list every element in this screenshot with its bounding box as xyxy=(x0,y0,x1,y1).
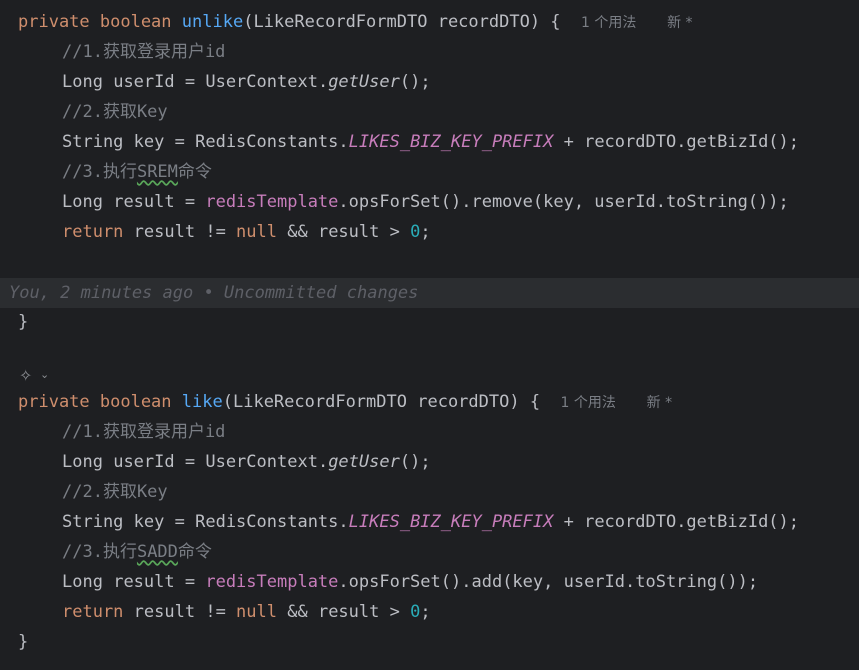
op-token: remove xyxy=(471,192,533,212)
code-line[interactable]: String key = RedisConstants.LIKES_BIZ_KE… xyxy=(0,507,859,537)
code-line[interactable]: //2.获取Key xyxy=(0,477,859,507)
number-token: 0 xyxy=(410,222,421,242)
code-line[interactable]: Long result = redisTemplate.opsForSet().… xyxy=(0,187,859,217)
code-line[interactable]: //3.执行SREM命令 xyxy=(0,157,859,187)
code-editor[interactable]: ✧ private boolean unlike(LikeRecordFormD… xyxy=(0,0,859,670)
constant-token: LIKES_BIZ_KEY_PREFIX xyxy=(348,512,554,532)
code-line[interactable]: Long result = redisTemplate.opsForSet().… xyxy=(0,567,859,597)
class-token: UserContext xyxy=(205,72,318,92)
method-name[interactable]: like xyxy=(182,392,223,412)
comment: //1.获取登录用户id xyxy=(62,42,226,62)
method-call-token: recordDTO.getBizId(); xyxy=(584,512,800,532)
keyword-token: null xyxy=(236,222,277,242)
type-token: Long xyxy=(62,452,103,472)
keyword-token: return xyxy=(62,602,124,622)
usages-hint[interactable]: 1 个用法 xyxy=(561,395,616,411)
comment: //2.获取Key xyxy=(62,482,168,502)
code-line[interactable]: //2.获取Key xyxy=(0,97,859,127)
ai-assistant-icon[interactable]: ✧ xyxy=(20,0,33,2)
constant-token: LIKES_BIZ_KEY_PREFIX xyxy=(348,132,554,152)
call-args-token: (key, userId.toString()); xyxy=(502,572,759,592)
usages-hint[interactable]: 1 个用法 xyxy=(581,15,636,31)
param-type: LikeRecordFormDTO xyxy=(232,392,407,412)
code-line[interactable]: String key = RedisConstants.LIKES_BIZ_KE… xyxy=(0,127,859,157)
field-token: redisTemplate xyxy=(205,572,339,592)
var-token: userId xyxy=(113,452,175,472)
keyword-token: null xyxy=(236,602,277,622)
var-token: key xyxy=(133,512,165,532)
param-name: recordDTO xyxy=(417,392,510,412)
var-token: key xyxy=(133,132,165,152)
code-line[interactable]: private boolean unlike(LikeRecordFormDTO… xyxy=(0,7,859,37)
code-line[interactable]: } xyxy=(0,627,859,657)
keyword-token: return xyxy=(62,222,124,242)
op-token: add xyxy=(471,572,503,592)
code-line[interactable]: Long userId = UserContext.getUser(); xyxy=(0,67,859,97)
code-line[interactable]: } xyxy=(0,307,859,337)
method-modifiers: private boolean xyxy=(18,392,172,412)
code-line[interactable]: private boolean like(LikeRecordFormDTO r… xyxy=(0,387,859,417)
method-call-token: getUser xyxy=(328,72,400,92)
call-chain-token: .opsForSet(). xyxy=(338,572,472,592)
class-token: UserContext xyxy=(205,452,318,472)
chevron-down-icon[interactable]: ⌄ xyxy=(40,368,49,381)
call-chain-token: .opsForSet(). xyxy=(338,192,472,212)
new-hint[interactable]: 新 * xyxy=(647,395,672,411)
var-token: result xyxy=(113,192,175,212)
type-token: String xyxy=(62,132,124,152)
comment: //3.执行SREM命令 xyxy=(62,162,212,182)
method-call-token: recordDTO.getBizId(); xyxy=(584,132,800,152)
comment: //1.获取登录用户id xyxy=(62,422,226,442)
var-token: userId xyxy=(113,72,175,92)
blame-text: You, 2 minutes ago • Uncommitted changes xyxy=(9,283,419,303)
code-line[interactable]: return result != null && result > 0; xyxy=(0,217,859,247)
param-type: LikeRecordFormDTO xyxy=(253,12,428,32)
var-token: result xyxy=(133,222,196,242)
comment: //3.执行SADD命令 xyxy=(62,542,212,562)
param-name: recordDTO xyxy=(437,12,530,32)
git-blame-annotation[interactable]: You, 2 minutes ago • Uncommitted changes xyxy=(0,278,859,308)
number-token: 0 xyxy=(410,602,421,622)
var-token: result xyxy=(317,602,380,622)
var-token: result xyxy=(317,222,380,242)
call-args-token: (key, userId.toString()); xyxy=(532,192,789,212)
method-call-token: getUser xyxy=(328,452,400,472)
type-token: String xyxy=(62,512,124,532)
code-line[interactable]: return result != null && result > 0; xyxy=(0,597,859,627)
type-token: Long xyxy=(62,72,103,92)
var-token: result xyxy=(113,572,175,592)
class-token: RedisConstants xyxy=(195,132,339,152)
new-hint[interactable]: 新 * xyxy=(667,15,692,31)
code-line[interactable]: //3.执行SADD命令 xyxy=(0,537,859,567)
type-token: Long xyxy=(62,192,103,212)
type-token: Long xyxy=(62,572,103,592)
class-token: RedisConstants xyxy=(195,512,339,532)
comment: //2.获取Key xyxy=(62,102,168,122)
method-name[interactable]: unlike xyxy=(182,12,243,32)
ai-assistant-icon[interactable]: ✧ xyxy=(19,366,32,385)
code-line[interactable]: //1.获取登录用户id xyxy=(0,417,859,447)
var-token: result xyxy=(133,602,196,622)
field-token: redisTemplate xyxy=(205,192,339,212)
method-modifiers: private boolean xyxy=(18,12,172,32)
code-line[interactable]: Long userId = UserContext.getUser(); xyxy=(0,447,859,477)
code-line[interactable]: //1.获取登录用户id xyxy=(0,37,859,67)
